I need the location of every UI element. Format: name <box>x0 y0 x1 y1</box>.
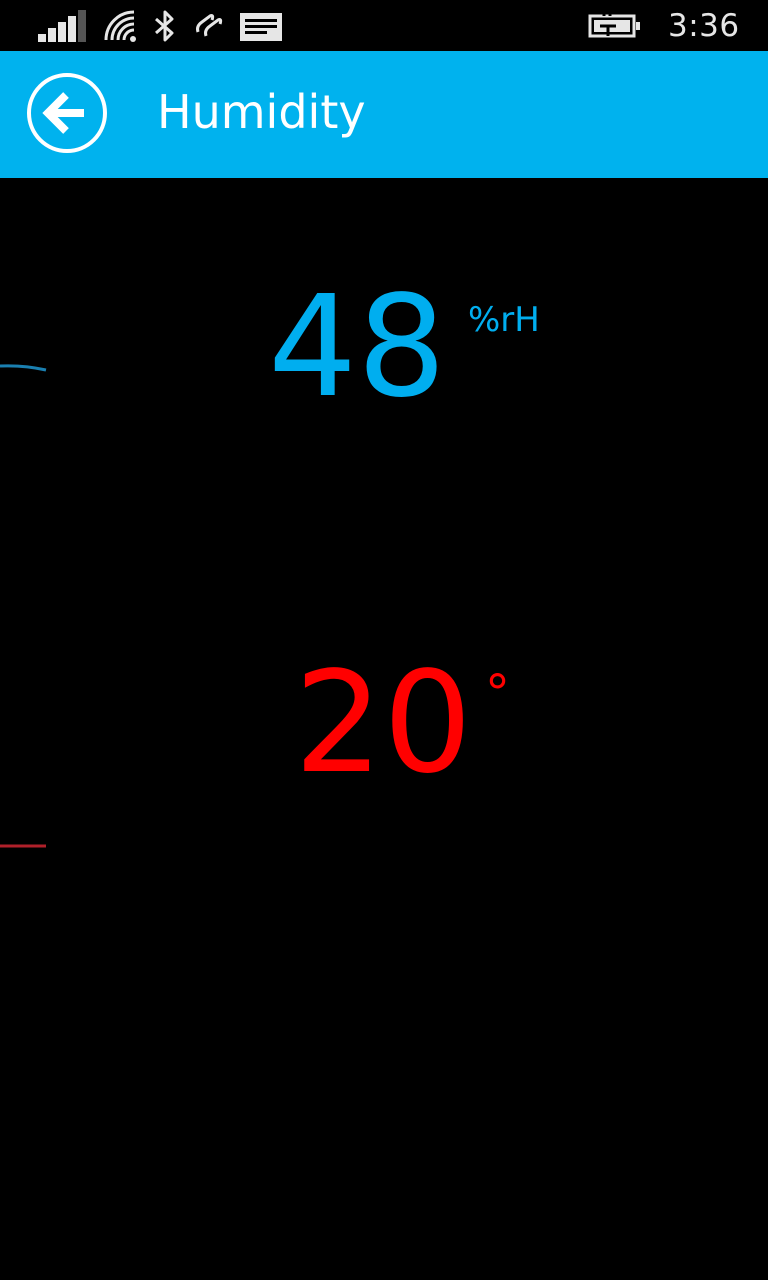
bluetooth-icon <box>155 10 174 42</box>
status-bar: 3:36 <box>0 0 768 51</box>
humidity-trend-line <box>0 364 47 372</box>
humidity-unit: %rH <box>468 300 540 340</box>
page-title: Humidity <box>157 85 366 139</box>
nfc-icon <box>196 14 223 37</box>
temperature-trend-line <box>0 844 46 848</box>
back-button[interactable] <box>26 72 108 154</box>
temperature-value: 20 <box>294 642 473 805</box>
humidity-value: 48 <box>268 266 447 429</box>
battery-charging-icon <box>588 12 640 38</box>
page-header: Humidity <box>0 51 768 178</box>
app-root: 3:36 Humidity 48 %rH 20 ° <box>0 0 768 1280</box>
status-time: 3:36 <box>668 8 740 44</box>
temperature-unit: ° <box>485 664 510 722</box>
wifi-icon <box>104 10 136 42</box>
message-icon <box>240 13 282 41</box>
signal-icon <box>38 10 86 42</box>
